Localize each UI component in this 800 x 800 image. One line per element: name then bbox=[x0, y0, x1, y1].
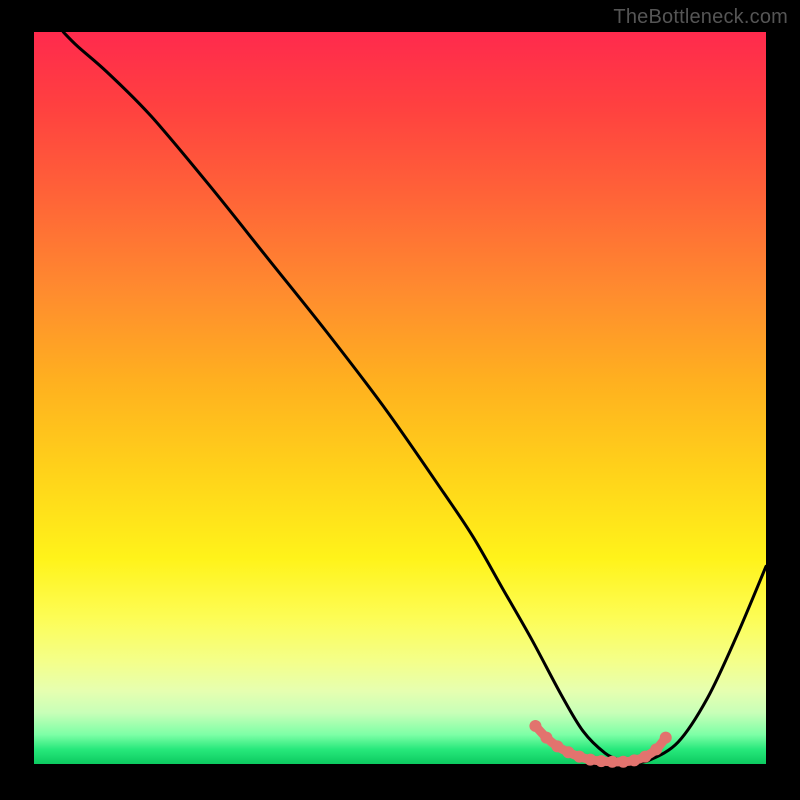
highlight-dot bbox=[595, 755, 607, 767]
highlight-dot bbox=[584, 754, 596, 766]
highlight-dot bbox=[540, 732, 552, 744]
highlight-dot bbox=[628, 754, 640, 766]
highlight-dot bbox=[529, 720, 541, 732]
highlight-dot bbox=[660, 732, 672, 744]
highlight-dot bbox=[573, 751, 585, 763]
highlight-dot bbox=[650, 743, 662, 755]
watermark-text: TheBottleneck.com bbox=[613, 6, 788, 29]
highlight-dot bbox=[551, 740, 563, 752]
highlight-dot bbox=[606, 756, 618, 768]
highlight-dot bbox=[617, 756, 629, 768]
chart-frame: TheBottleneck.com bbox=[0, 0, 800, 800]
chart-svg bbox=[0, 0, 800, 800]
highlight-dot bbox=[639, 751, 651, 763]
highlight-dot bbox=[562, 746, 574, 758]
bottleneck-curve bbox=[63, 32, 766, 762]
